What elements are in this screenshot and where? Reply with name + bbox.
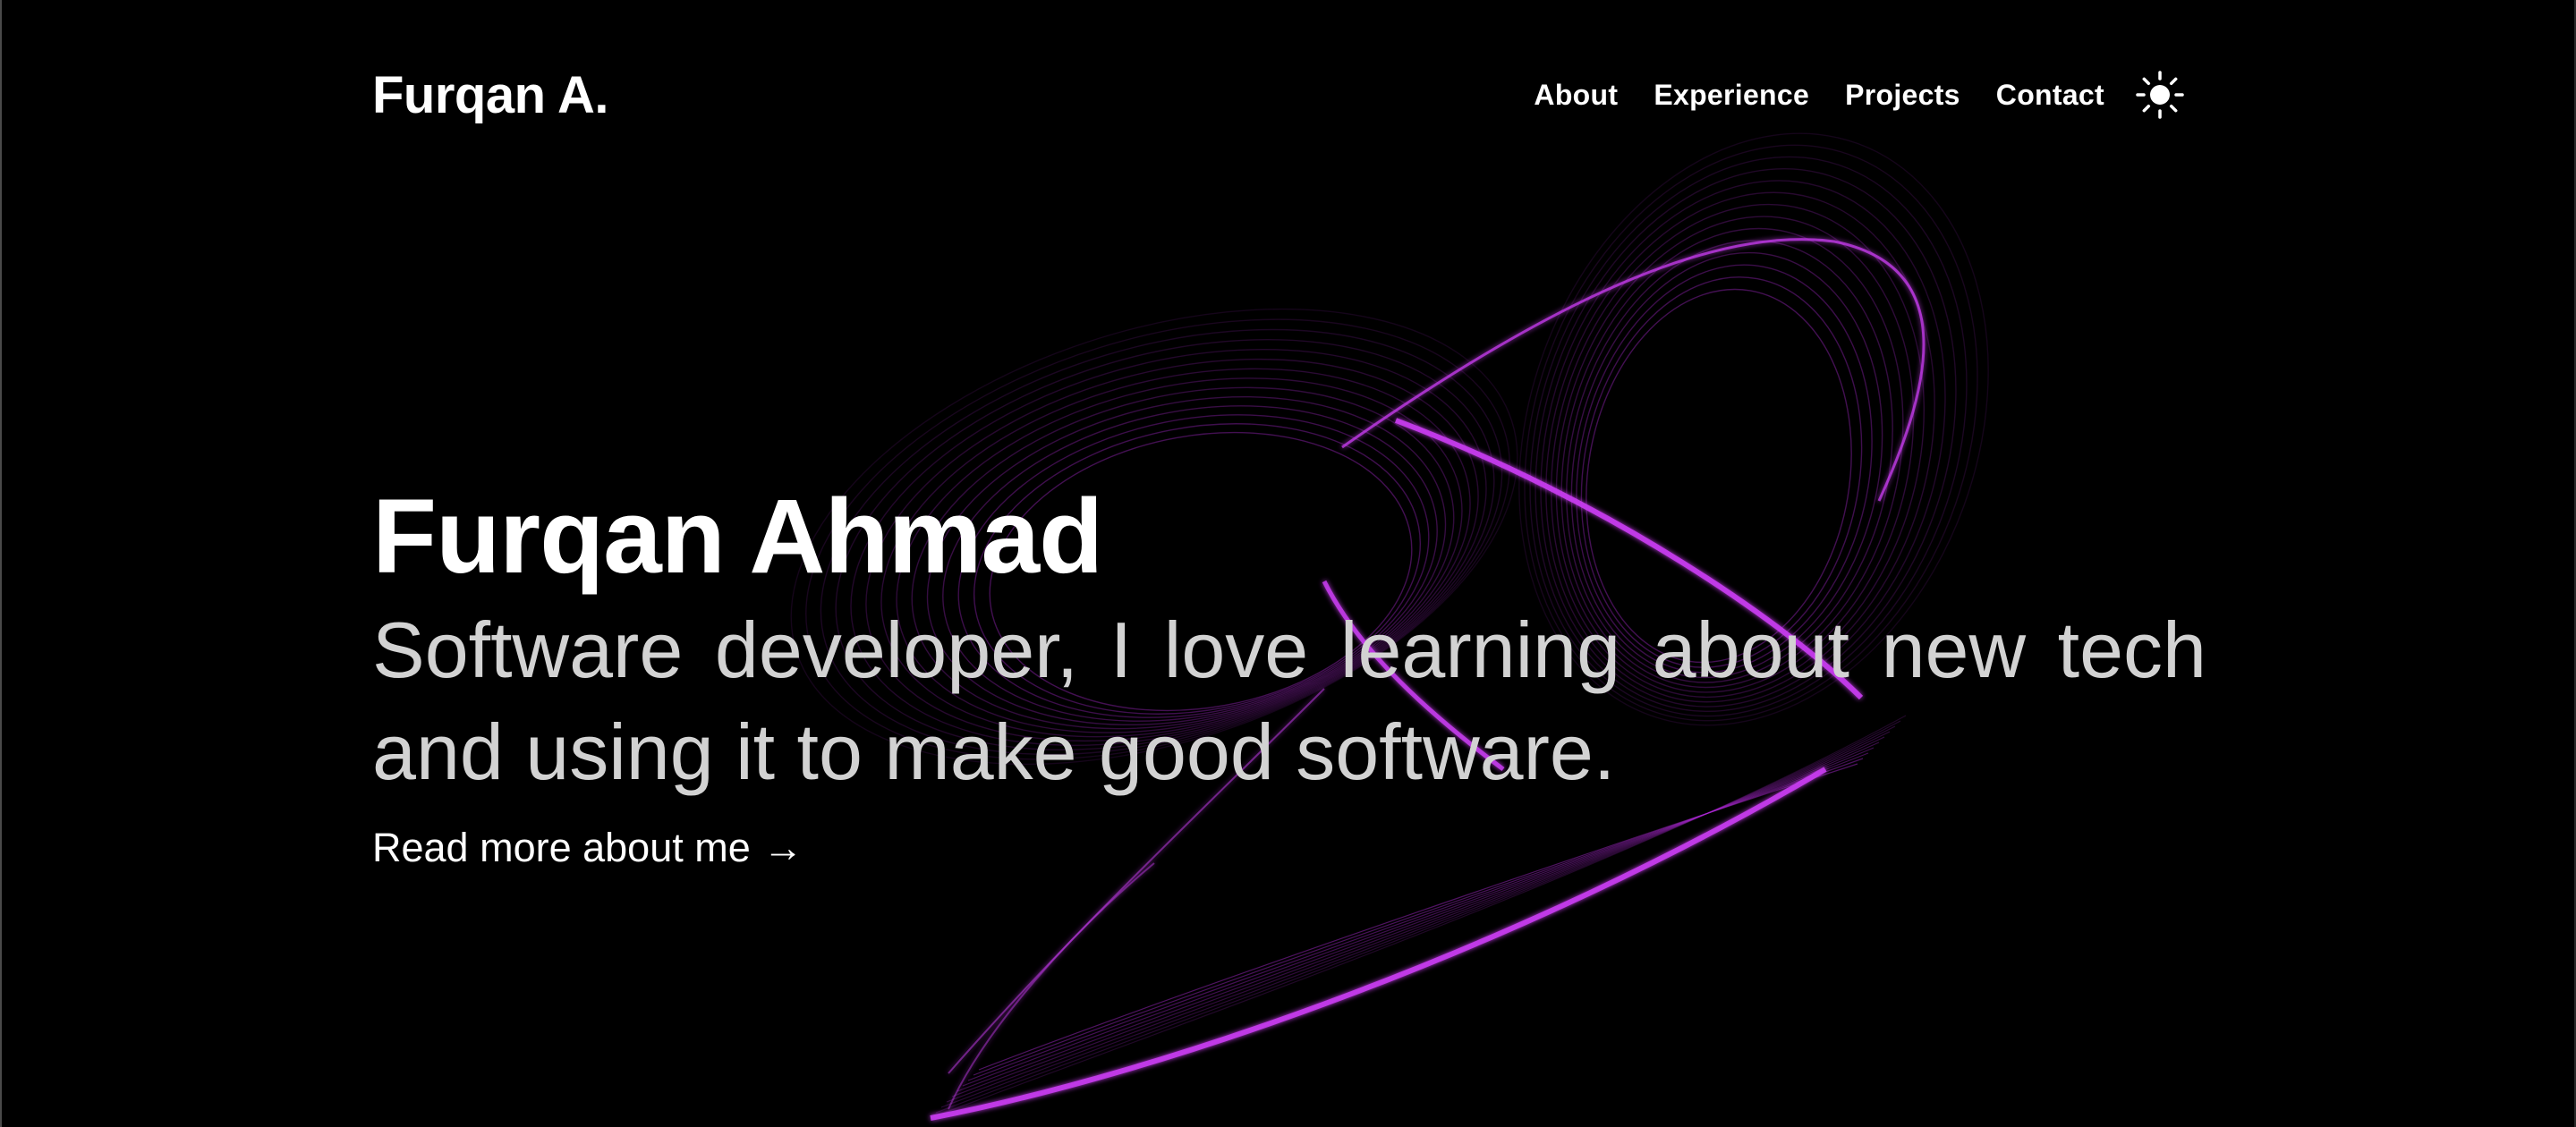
- arrow-right-icon: →: [762, 825, 803, 870]
- theme-toggle-button[interactable]: [2133, 68, 2187, 122]
- main-nav: About Experience Projects Contact: [1534, 68, 2187, 122]
- sun-icon: [2136, 71, 2184, 119]
- top-navbar: Furqan A. About Experience Projects Cont…: [372, 59, 2187, 131]
- nav-link-contact[interactable]: Contact: [1996, 79, 2104, 112]
- nav-link-experience[interactable]: Experience: [1654, 79, 1809, 112]
- site-logo[interactable]: Furqan A.: [372, 65, 609, 125]
- nav-link-about[interactable]: About: [1534, 79, 1618, 112]
- nav-link-projects[interactable]: Projects: [1845, 79, 1960, 112]
- window-edge-left: [0, 0, 2, 1127]
- hero-name-heading: Furqan Ahmad: [372, 478, 1103, 596]
- read-more-label: Read more about me: [372, 825, 751, 870]
- read-more-link[interactable]: Read more about me →: [372, 825, 803, 871]
- hero-tagline: Software developer, I love learning abou…: [372, 606, 2206, 796]
- hero-section: Furqan Ahmad Software developer, I love …: [372, 474, 2206, 871]
